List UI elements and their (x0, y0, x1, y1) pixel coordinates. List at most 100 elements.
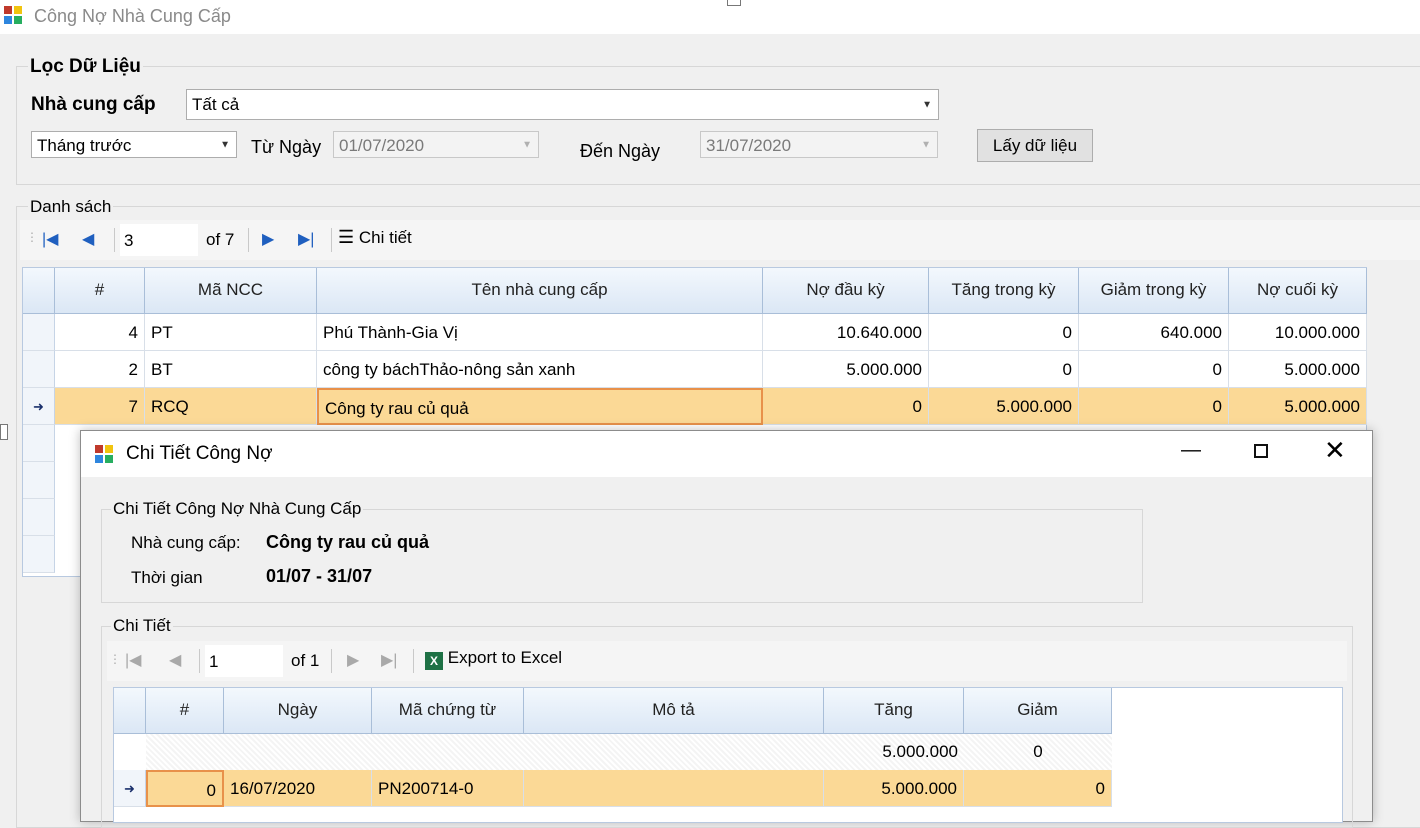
list-pager-toolbar: ⋮ |◀ ◀ 3 of 7 ▶ ▶| ☰ Chi tiết (20, 220, 1420, 260)
fetch-data-button[interactable]: Lấy dữ liệu (977, 129, 1093, 162)
cell-closing-debt[interactable]: 5.000.000 (1229, 388, 1367, 425)
cell-opening-debt[interactable]: 10.640.000 (763, 314, 929, 351)
table-row[interactable]: 4 PT Phú Thành-Gia Vị 10.640.000 0 640.0… (23, 314, 1367, 351)
column-header-name[interactable]: Tên nhà cung cấp (317, 268, 763, 314)
grid-corner (23, 268, 55, 314)
cell-no[interactable]: 2 (55, 351, 145, 388)
column-header-voucher[interactable]: Mã chứng từ (372, 688, 524, 734)
column-header-closing-debt[interactable]: Nợ cuối kỳ (1229, 268, 1367, 314)
column-header-code[interactable]: Mã NCC (145, 268, 317, 314)
filter-group (16, 66, 1420, 185)
last-page-icon[interactable]: ▶| (381, 650, 397, 670)
cell-code[interactable]: BT (145, 351, 317, 388)
cell-date[interactable]: 16/07/2020 (224, 770, 372, 807)
chevron-down-icon: ▼ (522, 139, 532, 150)
resize-handle[interactable] (727, 0, 741, 6)
from-date-label: Từ Ngày (251, 137, 322, 157)
column-header-decrease[interactable]: Giảm trong kỳ (1079, 268, 1229, 314)
from-date-picker[interactable]: 01/07/2020 ▼ (333, 131, 539, 158)
cell-increase[interactable]: 0 (929, 314, 1079, 351)
cell-code[interactable]: PT (145, 314, 317, 351)
current-row-indicator-icon[interactable]: ➜ (114, 770, 146, 807)
page-number-input[interactable]: 3 (120, 224, 198, 256)
page-count-label: of 7 (206, 230, 235, 249)
detail-legend: Chi Tiết (111, 616, 173, 636)
column-header-decrease[interactable]: Giảm (964, 688, 1112, 734)
cell-opening-debt[interactable]: 0 (763, 388, 929, 425)
cell-increase[interactable]: 5.000.000 (824, 770, 964, 807)
cell-opening-debt[interactable]: 5.000.000 (763, 351, 929, 388)
column-header-date[interactable]: Ngày (224, 688, 372, 734)
table-row-selected[interactable]: ➜ 7 RCQ Công ty rau củ quả 0 5.000.000 0… (23, 388, 1367, 425)
last-page-icon[interactable]: ▶| (298, 229, 314, 249)
dialog-time-label: Thời gian (131, 568, 203, 587)
dialog-title-bar[interactable]: Chi Tiết Công Nợ — ✕ (81, 431, 1372, 477)
prev-page-icon[interactable]: ◀ (82, 229, 94, 249)
cell-no[interactable]: 7 (55, 388, 145, 425)
detail-page-count-label: of 1 (291, 651, 320, 670)
cell-closing-debt[interactable]: 10.000.000 (1229, 314, 1367, 351)
row-header[interactable] (23, 351, 55, 388)
to-date-value: 31/07/2020 (706, 136, 792, 155)
first-page-icon[interactable]: |◀ (125, 650, 141, 670)
total-increase: 5.000.000 (882, 742, 958, 761)
row-header (23, 425, 55, 462)
cell-decrease[interactable]: 0 (1079, 351, 1229, 388)
cell-increase[interactable]: 0 (929, 351, 1079, 388)
cell-decrease[interactable]: 0 (964, 770, 1112, 807)
first-page-icon[interactable]: |◀ (42, 229, 58, 249)
close-icon[interactable]: ✕ (1324, 435, 1346, 466)
period-combo[interactable]: Tháng trước ▼ (31, 131, 237, 158)
dialog-time-value: 01/07 - 31/07 (266, 566, 373, 586)
current-row-indicator-icon[interactable]: ➜ (23, 388, 55, 425)
table-row[interactable]: 2 BT công ty báchThảo-nông sản xanh 5.00… (23, 351, 1367, 388)
column-header-no[interactable]: # (55, 268, 145, 314)
row-header (23, 462, 55, 499)
cell-decrease[interactable]: 640.000 (1079, 314, 1229, 351)
period-combo-value: Tháng trước (37, 136, 132, 155)
minimize-icon[interactable]: — (1181, 439, 1201, 461)
cell-no[interactable]: 4 (55, 314, 145, 351)
next-page-icon[interactable]: ▶ (262, 229, 274, 249)
totals-row: 5.000.000 0 (146, 734, 1112, 770)
cell-voucher[interactable]: PN200714-0 (372, 770, 524, 807)
app-icon (95, 445, 115, 465)
debt-detail-dialog: Chi Tiết Công Nợ — ✕ Chi Tiết Công Nợ Nh… (80, 430, 1373, 828)
maximize-icon[interactable] (1254, 444, 1268, 458)
chevron-down-icon[interactable]: ▼ (922, 99, 932, 110)
cell-increase[interactable]: 5.000.000 (929, 388, 1079, 425)
table-row-selected[interactable]: ➜ 0 16/07/2020 PN200714-0 5.000.000 0 (114, 770, 1112, 807)
to-date-picker[interactable]: 31/07/2020 ▼ (700, 131, 938, 158)
chevron-down-icon[interactable]: ▼ (220, 139, 230, 150)
list-icon: ☰ (338, 227, 355, 247)
next-page-icon[interactable]: ▶ (347, 650, 359, 670)
grid-corner (114, 688, 146, 734)
detail-button[interactable]: ☰ Chi tiết (338, 227, 412, 248)
prev-page-icon[interactable]: ◀ (169, 650, 181, 670)
column-header-opening-debt[interactable]: Nợ đầu kỳ (763, 268, 929, 314)
column-header-no[interactable]: # (146, 688, 224, 734)
cell-closing-debt[interactable]: 5.000.000 (1229, 351, 1367, 388)
export-excel-button[interactable]: X Export to Excel (425, 648, 562, 670)
column-header-increase[interactable]: Tăng trong kỳ (929, 268, 1079, 314)
resize-handle[interactable] (0, 424, 8, 440)
total-decrease: 0 (1033, 742, 1043, 761)
info-group (101, 509, 1143, 603)
supplier-combo[interactable]: Tất cả ▼ (186, 89, 939, 120)
supplier-combo-value: Tất cả (192, 95, 240, 114)
cell-name[interactable]: công ty báchThảo-nông sản xanh (317, 351, 763, 388)
cell-code[interactable]: RCQ (145, 388, 317, 425)
column-header-increase[interactable]: Tăng (824, 688, 964, 734)
column-header-description[interactable]: Mô tả (524, 688, 824, 734)
cell-name-focused[interactable]: Công ty rau củ quả (317, 388, 763, 425)
excel-icon: X (425, 652, 443, 670)
cell-decrease[interactable]: 0 (1079, 388, 1229, 425)
cell-name[interactable]: Phú Thành-Gia Vị (317, 314, 763, 351)
main-title-bar: Công Nợ Nhà Cung Cấp (0, 0, 1420, 34)
detail-page-number-input[interactable]: 1 (205, 645, 283, 677)
row-header (23, 536, 55, 573)
cell-description[interactable] (524, 770, 824, 807)
detail-button-label: Chi tiết (358, 228, 412, 247)
cell-no-focused[interactable]: 0 (146, 770, 224, 807)
row-header[interactable] (23, 314, 55, 351)
